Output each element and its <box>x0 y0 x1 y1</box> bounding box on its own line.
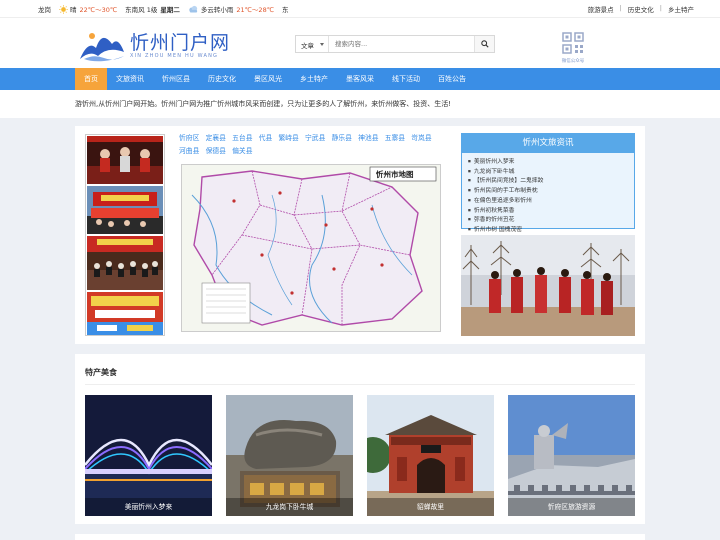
news-item[interactable]: 忻州民间的手工布制贵枕 <box>468 186 634 196</box>
specialty-card[interactable]: 九龙岗下卧牛城 <box>226 395 353 516</box>
xinzhou-map[interactable]: 忻州市地图 <box>181 164 441 332</box>
main-nav: 首页 文旅资讯 忻州区县 历史文化 景区风光 乡土特产 墨客风采 线下活动 百姓… <box>0 68 720 90</box>
search-icon <box>480 40 489 48</box>
stage-photo[interactable] <box>87 186 163 234</box>
weekday: 星期二 <box>160 6 180 14</box>
district-link-pianguan[interactable]: 偏关县 <box>232 147 252 155</box>
nav-item-products[interactable]: 乡土特产 <box>291 68 337 90</box>
feature-panel: 忻府区 定襄县 五台县 代县 繁峙县 宁武县 静乐县 神池县 五寨县 岢岚县 河… <box>75 126 645 344</box>
district-links: 忻府区 定襄县 五台县 代县 繁峙县 宁武县 静乐县 神池县 五寨县 岢岚县 河… <box>179 132 441 157</box>
district-link-kelan[interactable]: 岢岚县 <box>411 134 431 142</box>
nav-item-writers[interactable]: 墨客风采 <box>337 68 383 90</box>
nav-item-history[interactable]: 历史文化 <box>199 68 245 90</box>
costume-performers-photo[interactable] <box>461 235 635 336</box>
photo-strip <box>85 134 165 336</box>
specialty-card[interactable]: 美丽忻州入梦来 <box>85 395 212 516</box>
site-intro-bar: 游忻州,从忻州门户网开始。忻州门户网为推广忻州城市风采而创建，只为让更多的人了解… <box>0 90 720 118</box>
district-link-shenchi[interactable]: 神池县 <box>358 134 378 142</box>
specialty-card[interactable]: 貂蝉故里 <box>367 395 494 516</box>
nav-item-districts[interactable]: 忻州区县 <box>153 68 199 90</box>
district-link-dingxiang[interactable]: 定襄县 <box>206 134 226 142</box>
news-item[interactable]: 在偏色里追逐多彩忻州 <box>468 196 634 206</box>
district-link-hequ[interactable]: 河曲县 <box>179 147 199 155</box>
performance-photo[interactable] <box>87 136 163 184</box>
district-link-wuzhai[interactable]: 五寨县 <box>385 134 405 142</box>
district-link-wutai[interactable]: 五台县 <box>232 134 252 142</box>
card-caption: 忻府区旅游资源 <box>508 498 635 516</box>
top-link-divider: | <box>619 4 622 12</box>
search-button[interactable] <box>474 36 494 52</box>
site-header: 忻州门户网 XIN ZHOU MEN HU WANG 文章 搜索内容... 微信… <box>0 18 720 68</box>
orchestra-photo[interactable] <box>87 236 163 290</box>
culture-news-box: 忻州文旅资讯 美丽忻州入梦来 九龙岗下卧牛城 【忻州民间竞技】二鬼摔跤 忻州民间… <box>461 133 635 233</box>
site-logo[interactable]: 忻州门户网 XIN ZHOU MEN HU WANG <box>78 26 231 62</box>
news-item[interactable]: 忻州初秋隽菜香 <box>468 206 634 216</box>
specialty-card[interactable]: 忻府区旅游资源 <box>508 395 635 516</box>
specialties-section: 特产美食 美丽忻州入梦来 九龙岗下卧牛城 貂蝉故里 忻府区旅游资源 <box>75 354 645 524</box>
nav-item-home[interactable]: 首页 <box>75 68 107 90</box>
map-drawing <box>182 165 440 331</box>
section-title: 特产美食 <box>85 368 117 377</box>
logo-subtitle: XIN ZHOU MEN HU WANG <box>130 53 219 59</box>
search-scope-select[interactable]: 文章 <box>296 36 329 52</box>
nav-item-scenery[interactable]: 景区风光 <box>245 68 291 90</box>
culture-news-title: 忻州文旅资讯 <box>462 134 634 153</box>
news-item[interactable]: 九龙岗下卧牛城 <box>468 167 634 177</box>
district-link-fanshi[interactable]: 繁峙县 <box>278 134 298 142</box>
district-link-jingle[interactable]: 静乐县 <box>332 134 352 142</box>
sun-icon <box>59 4 68 14</box>
top-link-history[interactable]: 历史文化 <box>628 4 654 14</box>
banner-photo[interactable] <box>87 292 163 335</box>
tomorrow-temp: 21℃～28℃ <box>236 6 275 14</box>
district-link-dai[interactable]: 代县 <box>259 134 273 142</box>
logo-title: 忻州门户网 <box>130 32 231 54</box>
top-link-products[interactable]: 乡土特产 <box>668 4 694 14</box>
nav-item-news[interactable]: 文旅资讯 <box>107 68 153 90</box>
logo-mountain-icon <box>80 33 124 62</box>
tomorrow-wind: 东 <box>282 6 289 14</box>
qr-label: 微信公众号 <box>561 59 585 64</box>
today-wind: 东南风 1级 <box>125 6 158 14</box>
district-link-xinfu[interactable]: 忻府区 <box>179 134 199 142</box>
top-link-divider: | <box>659 4 662 12</box>
site-intro-text: 游忻州,从忻州门户网开始。忻州门户网为推广忻州城市风采而创建，只为让更多的人了解… <box>75 100 452 108</box>
qr-code-icon <box>562 32 584 54</box>
today-weather: 晴 <box>70 6 77 14</box>
card-caption: 貂蝉故里 <box>367 498 494 516</box>
nav-item-events[interactable]: 线下活动 <box>383 68 429 90</box>
district-map-section: 忻府区 定襄县 五台县 代县 繁峙县 宁武县 静乐县 神池县 五寨县 岢岚县 河… <box>179 132 441 332</box>
card-caption: 美丽忻州入梦来 <box>85 498 212 516</box>
cloud-icon <box>189 5 198 13</box>
card-caption: 九龙岗下卧牛城 <box>226 498 353 516</box>
top-bar: 龙岗 晴 22℃～30℃ 东南风 1级 星期二 多云转小雨 21℃～28℃ 东 … <box>0 0 720 18</box>
district-link-baode[interactable]: 保德县 <box>206 147 226 155</box>
search-scope-label: 文章 <box>301 42 314 50</box>
nav-item-notices[interactable]: 百姓公告 <box>429 68 475 90</box>
top-link-scenic[interactable]: 旅游景点 <box>588 4 614 14</box>
search-input[interactable] <box>329 36 474 52</box>
chevron-down-icon <box>320 43 324 46</box>
news-item[interactable]: 弥香的忻州丑花 <box>468 215 634 225</box>
map-title: 忻州市地图 <box>376 170 414 179</box>
news-item[interactable]: 忻州市树 国槐茂密 <box>468 225 634 235</box>
news-item[interactable]: 【忻州民间竞技】二鬼摔跤 <box>468 176 634 186</box>
news-item[interactable]: 美丽忻州入梦来 <box>468 157 634 167</box>
district-link-ningwu[interactable]: 宁武县 <box>305 134 325 142</box>
search-bar: 文章 <box>295 35 495 53</box>
performers-image <box>461 235 635 336</box>
weather-widget: 龙岗 晴 22℃～30℃ 东南风 1级 星期二 多云转小雨 21℃～28℃ 东 <box>38 4 292 14</box>
city-name: 龙岗 <box>38 6 51 14</box>
today-temp: 22℃～30℃ <box>79 6 118 14</box>
wechat-qr[interactable]: 微信公众号 <box>559 32 587 64</box>
tomorrow-weather: 多云转小雨 <box>200 6 234 14</box>
next-section-edge <box>75 534 645 540</box>
top-links: 旅游景点 | 历史文化 | 乡土特产 <box>588 4 694 14</box>
section-divider <box>85 384 635 385</box>
